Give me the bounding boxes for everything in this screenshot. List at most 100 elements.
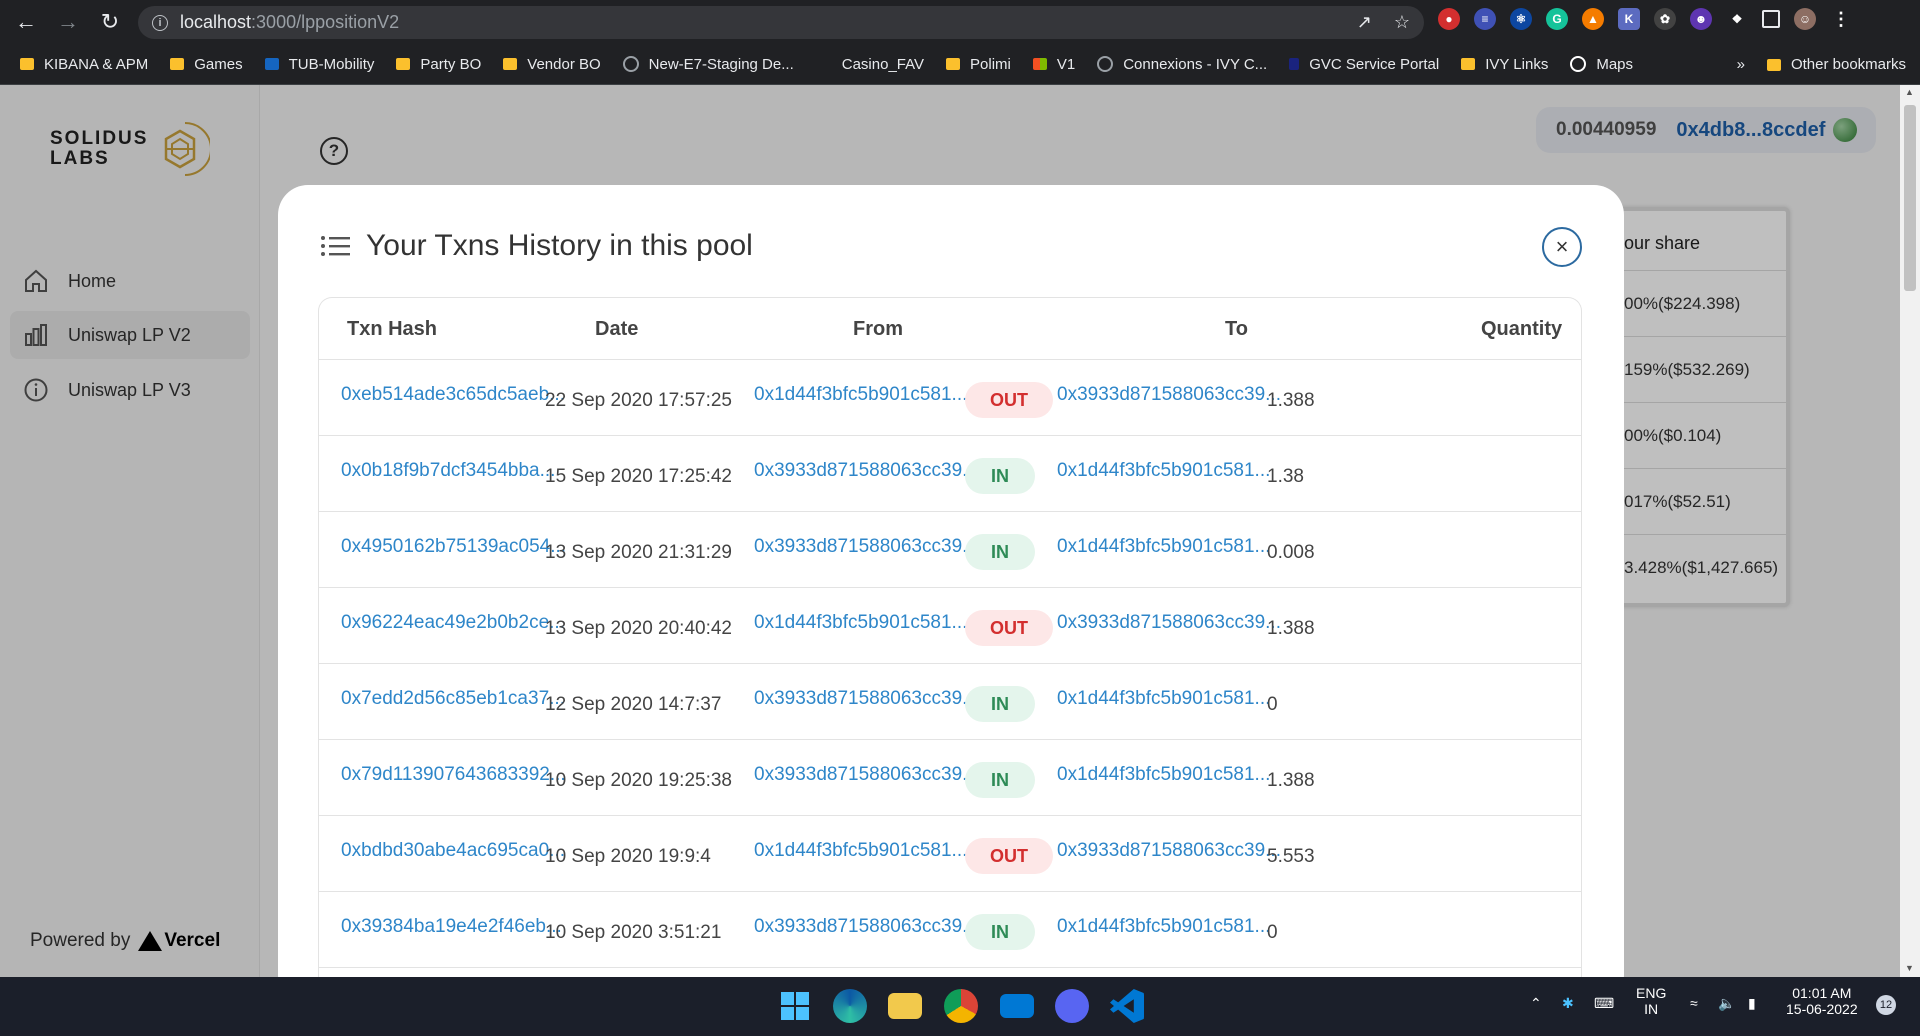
txn-hash-link[interactable]: 0x4950162b75139ac054... xyxy=(341,536,566,558)
txn-hash-link[interactable]: 0x39384ba19e4e2f46eb... xyxy=(341,916,562,938)
to-address-link[interactable]: 0x3933d871588063cc39... xyxy=(1057,612,1281,634)
to-address-link[interactable]: 0x3933d871588063cc39... xyxy=(1057,384,1281,406)
col-to: To xyxy=(1225,318,1248,340)
scrollbar-thumb[interactable] xyxy=(1904,105,1916,291)
wifi-icon[interactable]: ≈ xyxy=(1690,995,1698,1011)
clock[interactable]: 01:01 AM 15-06-2022 xyxy=(1786,985,1858,1017)
txn-hash-link[interactable]: 0x79d113907643683392... xyxy=(341,764,566,786)
list-icon xyxy=(321,236,350,256)
bookmark-e7-staging[interactable]: New-E7-Staging De... xyxy=(622,56,794,73)
extension-k-icon[interactable]: K xyxy=(1618,8,1640,30)
address-bar[interactable]: i localhost:3000/lppositionV2 ↗ ☆ xyxy=(138,6,1424,39)
discord-icon[interactable] xyxy=(1055,989,1089,1023)
table-row: 0x96224eac49e2b0b2ce... 13 Sep 2020 20:40… xyxy=(319,588,1581,664)
col-date: Date xyxy=(595,318,639,340)
to-address-link[interactable]: 0x1d44f3bfc5b901c581... xyxy=(1057,916,1270,938)
bluetooth-icon[interactable]: ✱ xyxy=(1562,995,1574,1012)
from-address-link[interactable]: 0x3933d871588063cc39... xyxy=(754,916,978,938)
direction-badge: OUT xyxy=(965,838,1053,874)
volume-icon[interactable]: 🔈 xyxy=(1718,995,1735,1012)
bookmark-maps[interactable]: Maps xyxy=(1570,56,1633,73)
from-address-link[interactable]: 0x3933d871588063cc39... xyxy=(754,460,978,482)
txn-hash-link[interactable]: 0x0b18f9b7dcf3454bba... xyxy=(341,460,555,482)
other-bookmarks[interactable]: Other bookmarks xyxy=(1766,56,1906,73)
direction-badge: IN xyxy=(965,762,1035,798)
bookmark-tub-mobility[interactable]: TUB-Mobility xyxy=(264,56,374,73)
url-path: :3000/lppositionV2 xyxy=(251,12,400,32)
txn-hash-link[interactable]: 0x7edd2d56c85eb1ca37... xyxy=(341,688,565,710)
url-host: localhost xyxy=(180,12,252,32)
bookmark-star-icon[interactable]: ☆ xyxy=(1394,12,1410,33)
txn-hash-link[interactable]: 0xbdbd30abe4ac695ca0... xyxy=(341,840,565,862)
txn-date: 10 Sep 2020 19:25:38 xyxy=(545,770,733,791)
vscode-icon[interactable] xyxy=(1110,989,1144,1023)
close-icon[interactable]: × xyxy=(1542,227,1582,267)
from-address-link[interactable]: 0x3933d871588063cc39... xyxy=(754,764,978,786)
txn-quantity: 1.388 xyxy=(1267,618,1315,639)
forward-arrow-icon[interactable]: → xyxy=(52,6,84,38)
scroll-down-arrow-icon[interactable]: ▼ xyxy=(1905,963,1914,973)
to-address-link[interactable]: 0x1d44f3bfc5b901c581... xyxy=(1057,688,1270,710)
extension-lines-icon[interactable]: ≡ xyxy=(1474,8,1496,30)
react-devtools-icon[interactable]: ⚛ xyxy=(1510,8,1532,30)
from-address-link[interactable]: 0x3933d871588063cc39... xyxy=(754,536,978,558)
from-address-link[interactable]: 0x1d44f3bfc5b901c581... xyxy=(754,384,967,406)
reload-icon[interactable]: ↻ xyxy=(94,6,126,38)
language-indicator[interactable]: ENG IN xyxy=(1636,985,1666,1017)
windows-start-icon[interactable] xyxy=(778,989,812,1023)
bookmark-party-bo[interactable]: Party BO xyxy=(396,56,481,73)
bookmark-vendor-bo[interactable]: Vendor BO xyxy=(503,56,601,73)
mail-icon[interactable] xyxy=(1000,994,1034,1018)
extensions-puzzle-icon[interactable]: ❖ xyxy=(1726,8,1748,30)
bookmark-polimi[interactable]: Polimi xyxy=(946,56,1011,73)
from-address-link[interactable]: 0x1d44f3bfc5b901c581... xyxy=(754,840,967,862)
grammarly-icon[interactable]: G xyxy=(1546,8,1568,30)
txn-quantity: 0 xyxy=(1267,922,1278,943)
keyboard-icon[interactable]: ⌨ xyxy=(1594,995,1614,1012)
to-address-link[interactable]: 0x3933d871588063cc39... xyxy=(1057,840,1281,862)
from-address-link[interactable]: 0x1d44f3bfc5b901c581... xyxy=(754,612,967,634)
metamask-icon[interactable]: ▲ xyxy=(1582,8,1604,30)
folder-icon xyxy=(20,58,34,70)
file-explorer-icon[interactable] xyxy=(888,993,922,1019)
extension-feather-icon[interactable]: ✿ xyxy=(1654,8,1676,30)
back-arrow-icon[interactable]: ← xyxy=(10,6,42,38)
to-address-link[interactable]: 0x1d44f3bfc5b901c581... xyxy=(1057,764,1270,786)
bookmark-games[interactable]: Games xyxy=(170,56,243,73)
bookmark-connexions[interactable]: Connexions - IVY C... xyxy=(1097,56,1267,73)
folder-icon xyxy=(396,58,411,70)
share-icon[interactable]: ↗ xyxy=(1357,12,1372,33)
txns-history-modal: Your Txns History in this pool × Txn Has… xyxy=(278,185,1624,1005)
profile-avatar[interactable]: ☺ xyxy=(1794,8,1816,30)
txn-date: 13 Sep 2020 21:31:29 xyxy=(545,542,733,563)
to-address-link[interactable]: 0x1d44f3bfc5b901c581... xyxy=(1057,536,1270,558)
to-address-link[interactable]: 0x1d44f3bfc5b901c581... xyxy=(1057,460,1270,482)
table-row: 0xeb514ade3c65dc5aeb... 22 Sep 2020 17:57… xyxy=(319,360,1581,436)
scroll-up-arrow-icon[interactable]: ▲ xyxy=(1905,87,1914,97)
bookmark-casino-fav[interactable]: Casino_FAV xyxy=(842,56,924,73)
more-bookmarks-chevron-icon[interactable]: » xyxy=(1737,56,1745,73)
folder-icon xyxy=(503,58,518,70)
side-panel-icon[interactable] xyxy=(1762,10,1780,28)
extension-ghost-icon[interactable]: ☻ xyxy=(1690,8,1712,30)
bookmark-gvc-portal[interactable]: GVC Service Portal xyxy=(1289,56,1439,73)
bookmark-v1[interactable]: V1 xyxy=(1032,56,1075,73)
page-scrollbar[interactable]: ▲ ▼ xyxy=(1900,85,1920,977)
txn-hash-link[interactable]: 0xeb514ade3c65dc5aeb... xyxy=(341,384,565,406)
globe-icon xyxy=(1097,56,1114,72)
extension-red-icon[interactable]: ● xyxy=(1438,8,1460,30)
direction-badge: IN xyxy=(965,458,1035,494)
bookmark-kibana[interactable]: KIBANA & APM xyxy=(20,56,148,73)
menu-kebab-icon[interactable]: ⋮ xyxy=(1830,8,1852,30)
edge-icon[interactable] xyxy=(833,989,867,1023)
gvc-icon xyxy=(1289,58,1300,70)
notification-count-badge[interactable]: 12 xyxy=(1876,995,1896,1015)
bookmark-ivy-links[interactable]: IVY Links xyxy=(1461,56,1548,73)
from-address-link[interactable]: 0x3933d871588063cc39... xyxy=(754,688,978,710)
table-header: Txn Hash Date From To Quantity xyxy=(319,298,1581,360)
chrome-icon[interactable] xyxy=(944,989,978,1023)
battery-icon[interactable]: ▮ xyxy=(1748,995,1756,1012)
tray-chevron-up-icon[interactable]: ⌃ xyxy=(1530,995,1542,1012)
site-info-icon[interactable]: i xyxy=(152,14,168,31)
txn-hash-link[interactable]: 0x96224eac49e2b0b2ce... xyxy=(341,612,565,634)
